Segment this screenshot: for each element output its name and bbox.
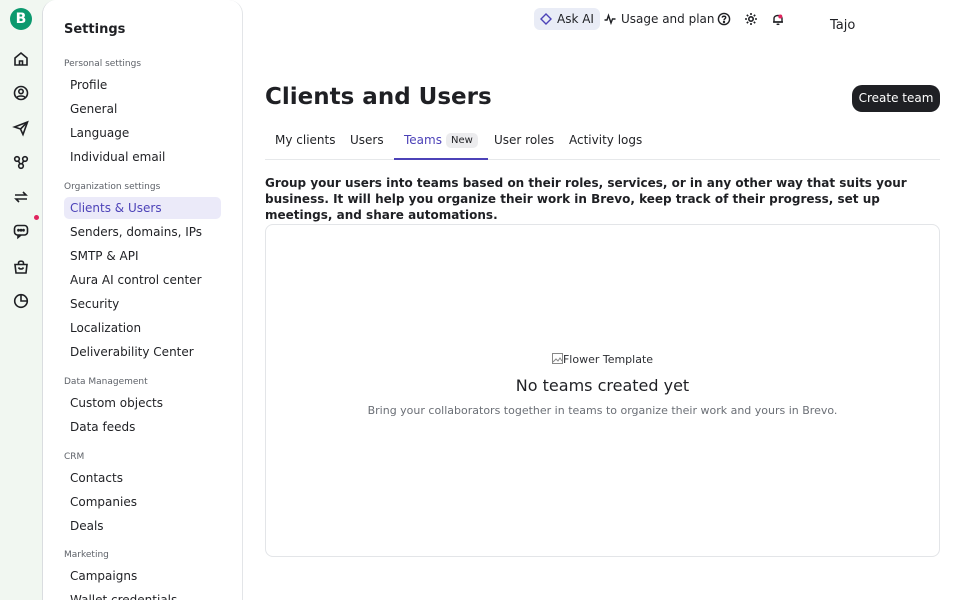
sidebar-item-senders-domains-ips[interactable]: Senders, domains, IPs bbox=[64, 221, 221, 243]
activity-pulse-icon bbox=[604, 13, 616, 26]
transactional-icon[interactable] bbox=[12, 188, 30, 206]
usage-label: Usage and plan bbox=[621, 12, 715, 26]
tab-label: Users bbox=[350, 133, 384, 147]
sidebar-item-smtp-api[interactable]: SMTP & API bbox=[64, 245, 221, 267]
sidebar-item-wallet-credentials[interactable]: Wallet credentials bbox=[64, 589, 221, 600]
home-icon[interactable] bbox=[12, 50, 30, 68]
top-bar: Ask AI Usage and plan Tajo bbox=[43, 0, 960, 36]
sidebar-item-localization[interactable]: Localization bbox=[64, 317, 221, 339]
broken-image-icon bbox=[551, 353, 563, 364]
sidebar-item-language[interactable]: Language bbox=[64, 122, 221, 144]
tab-teams[interactable]: Teams New bbox=[394, 125, 488, 160]
page-title: Clients and Users bbox=[265, 84, 492, 110]
sidebar-item-security[interactable]: Security bbox=[64, 293, 221, 315]
notifications-bell-icon[interactable] bbox=[771, 11, 785, 26]
ask-ai-label: Ask AI bbox=[557, 12, 594, 26]
user-name[interactable]: Tajo bbox=[830, 18, 855, 33]
sidebar-item-campaigns[interactable]: Campaigns bbox=[64, 565, 221, 587]
ai-sparkle-icon bbox=[540, 13, 552, 25]
notification-dot bbox=[34, 215, 39, 220]
sidebar-item-custom-objects[interactable]: Custom objects bbox=[64, 392, 221, 414]
tab-label: User roles bbox=[494, 133, 555, 147]
reports-icon[interactable] bbox=[12, 292, 30, 310]
app-rail: B bbox=[0, 0, 42, 600]
usage-and-plan-button[interactable]: Usage and plan bbox=[604, 8, 715, 30]
flower-template-image: Flower Template bbox=[266, 353, 939, 366]
sidebar-item-deliverability-center[interactable]: Deliverability Center bbox=[64, 341, 221, 363]
nav-group-marketing: Marketing bbox=[64, 550, 109, 560]
help-icon[interactable] bbox=[717, 11, 731, 26]
sidebar-item-data-feeds[interactable]: Data feeds bbox=[64, 416, 221, 438]
tab-user-roles[interactable]: User roles bbox=[484, 125, 564, 160]
ask-ai-button[interactable]: Ask AI bbox=[534, 8, 600, 30]
sidebar-item-profile[interactable]: Profile bbox=[64, 74, 221, 96]
automations-icon[interactable] bbox=[12, 153, 30, 171]
main-panel: Settings Personal settings Profile Gener… bbox=[42, 0, 960, 600]
settings-sidebar: Settings Personal settings Profile Gener… bbox=[43, 0, 243, 600]
sidebar-item-contacts[interactable]: Contacts bbox=[64, 467, 221, 489]
tab-bar: My clients Users Teams New User roles Act… bbox=[265, 125, 940, 160]
sales-icon[interactable] bbox=[12, 258, 30, 276]
conversations-icon[interactable] bbox=[12, 222, 30, 240]
empty-state-title: No teams created yet bbox=[515, 376, 690, 395]
brevo-logo[interactable]: B bbox=[10, 8, 32, 30]
tab-label: Teams bbox=[404, 133, 442, 147]
image-alt-text: Flower Template bbox=[562, 353, 654, 366]
tab-my-clients[interactable]: My clients bbox=[265, 125, 345, 160]
settings-gear-icon[interactable] bbox=[744, 11, 758, 25]
new-badge: New bbox=[445, 133, 478, 148]
intro-text: Group your users into teams based on the… bbox=[265, 176, 907, 222]
campaigns-send-icon[interactable] bbox=[12, 119, 30, 137]
tab-activity-logs[interactable]: Activity logs bbox=[559, 125, 652, 160]
create-team-button[interactable]: Create team bbox=[852, 85, 940, 112]
nav-group-personal: Personal settings bbox=[64, 59, 142, 69]
empty-state-subtitle: Bring your collaborators together in tea… bbox=[367, 404, 838, 417]
tab-label: Activity logs bbox=[569, 133, 643, 147]
tab-label: My clients bbox=[275, 133, 336, 147]
nav-group-data-management: Data Management bbox=[64, 377, 148, 387]
teams-empty-state-card: Flower Template No teams created yet Bri… bbox=[265, 224, 940, 557]
sidebar-item-individual-email[interactable]: Individual email bbox=[64, 146, 221, 168]
sidebar-item-deals[interactable]: Deals bbox=[64, 515, 221, 537]
sidebar-item-companies[interactable]: Companies bbox=[64, 491, 221, 513]
sidebar-item-aura-ai[interactable]: Aura AI control center bbox=[64, 269, 221, 291]
sidebar-item-clients-users[interactable]: Clients & Users bbox=[64, 197, 221, 219]
sidebar-item-general[interactable]: General bbox=[64, 98, 221, 120]
tab-users[interactable]: Users bbox=[340, 125, 394, 160]
contacts-icon[interactable] bbox=[12, 84, 30, 102]
nav-group-organization: Organization settings bbox=[64, 182, 161, 192]
nav-group-crm: CRM bbox=[64, 452, 85, 462]
